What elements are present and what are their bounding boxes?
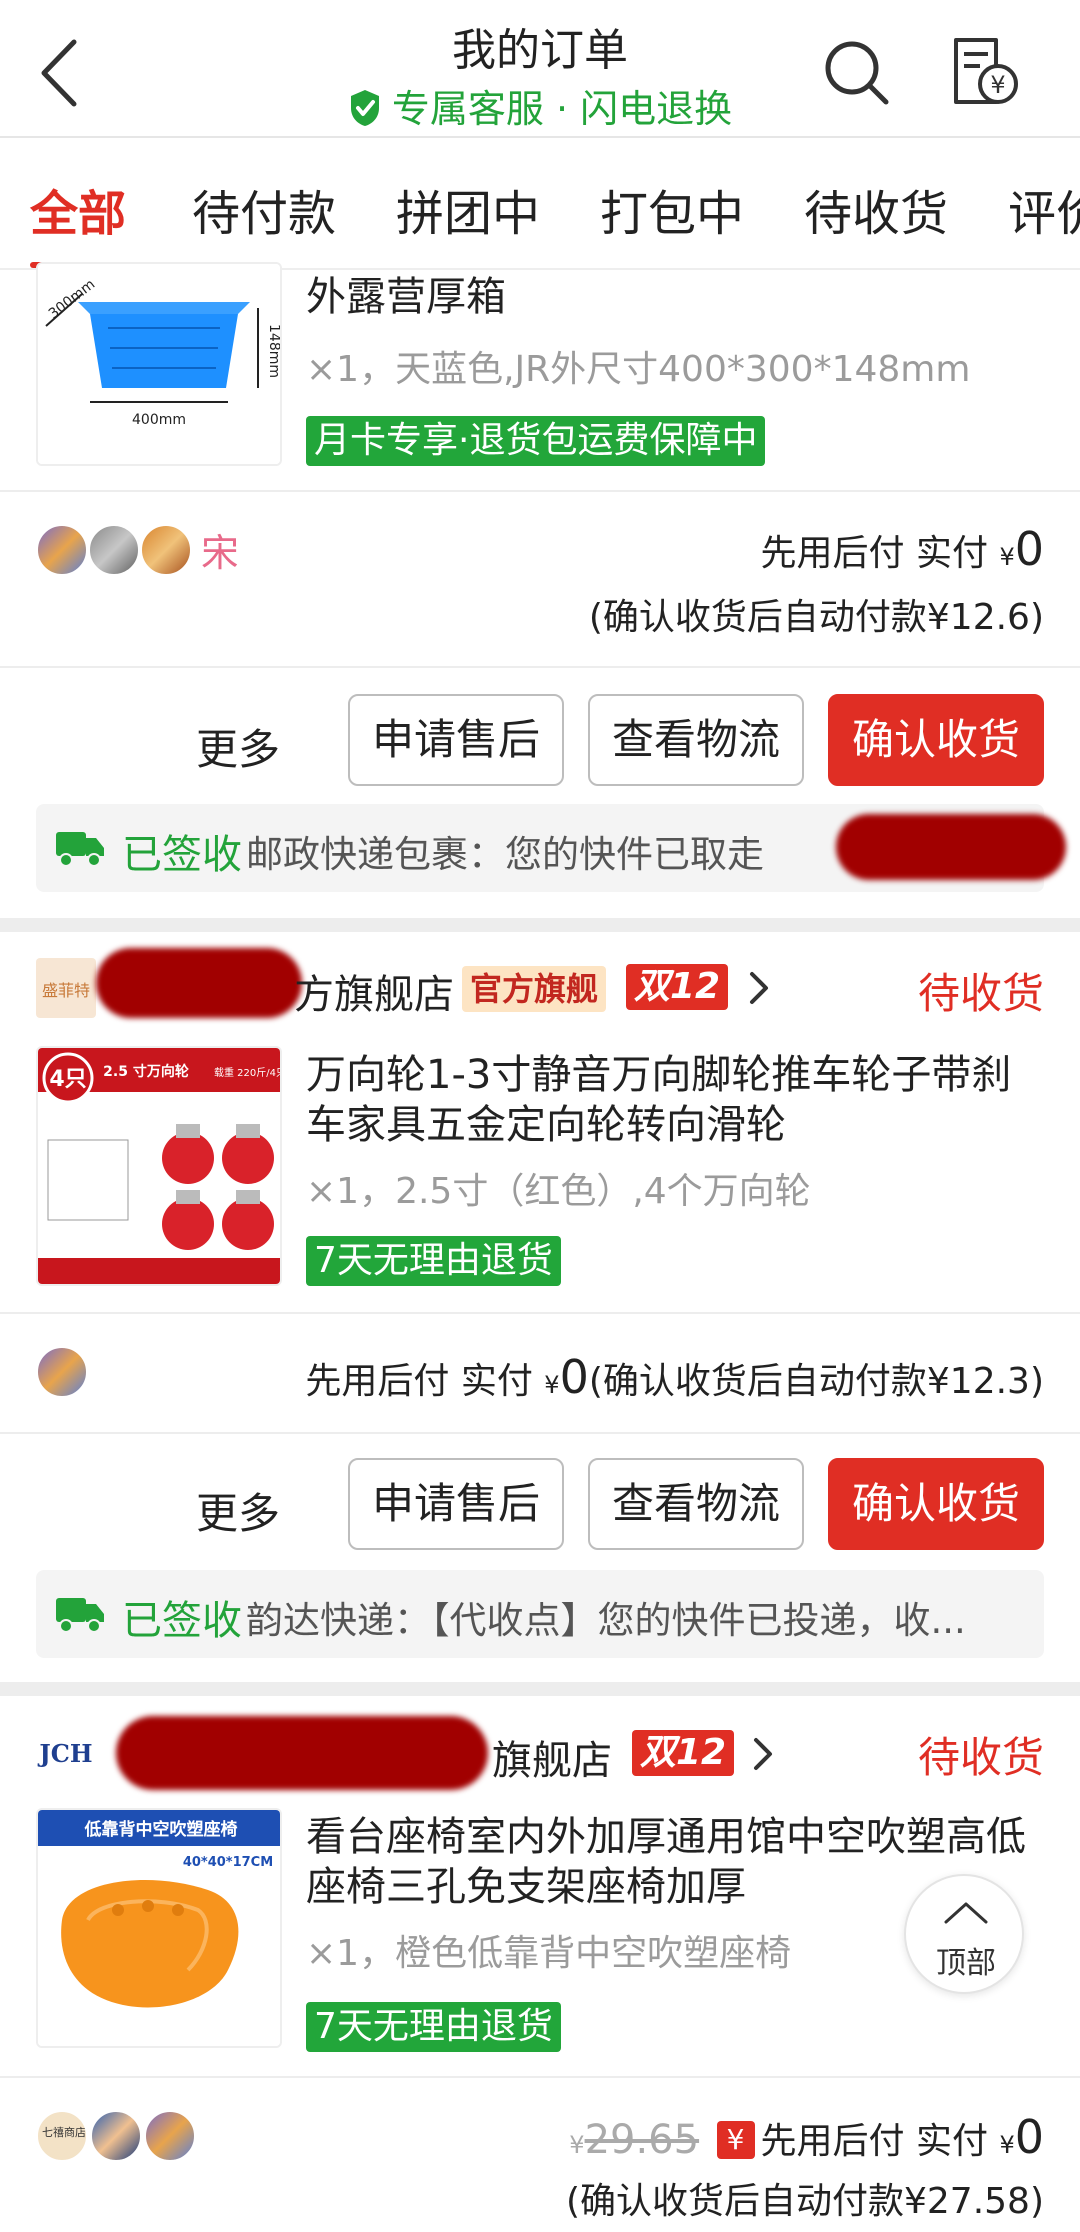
shop-logo[interactable]: JCH [36, 1722, 96, 1782]
product-thumbnail[interactable]: 300mm 400mm 148mm [36, 262, 282, 466]
bill-icon[interactable]: ¥ [950, 36, 1022, 108]
divider [0, 1432, 1080, 1434]
double12-badge: 双12 [626, 964, 729, 1010]
product-title[interactable]: 外露营厚箱 [306, 272, 1046, 322]
truck-icon [56, 1594, 106, 1638]
tab-group-buying[interactable]: 拼团中 [396, 174, 540, 244]
redaction [96, 948, 302, 1018]
page-title: 我的订单 [452, 25, 628, 76]
yen-badge-icon: ¥ [716, 2121, 755, 2159]
official-store-badge: 官方旗舰 [462, 966, 607, 1012]
order-status: 待收货 [917, 1733, 1044, 1782]
avatar: 宋 [192, 524, 244, 576]
payment-label: 先用后付 实付 [760, 2121, 988, 2162]
auto-pay-note: (确认收货后自动付款¥12.3) [588, 1361, 1044, 1402]
divider [0, 1312, 1080, 1314]
after-sale-button[interactable]: 申请售后 [348, 1458, 564, 1550]
chevron-right-icon[interactable] [744, 970, 774, 1006]
avatar [140, 524, 192, 576]
original-price: 29.65 [584, 2117, 700, 2163]
thumb-height-label: 148mm [266, 324, 282, 378]
view-logistics-button[interactable]: 查看物流 [588, 1458, 804, 1550]
logistics-bar[interactable]: 已签收 韵达快递：【代收点】您的快件已投递，收... [36, 1570, 1044, 1658]
order-tabs: 全部 待付款 拼团中 打包中 待收货 评价 [0, 138, 1080, 270]
redaction [116, 1716, 488, 1790]
thumb-head: 2.5 寸万向轮 [103, 1063, 189, 1080]
shop-name[interactable]: 旗舰店 [492, 1728, 612, 1786]
chevron-right-icon[interactable] [748, 1736, 778, 1772]
after-sale-button[interactable]: 申请售后 [348, 694, 564, 786]
thumb-load: 载重 220斤/4只 [214, 1066, 282, 1079]
payment-amount: 0 [559, 1350, 589, 1404]
back-to-top-button[interactable]: 顶部 [904, 1874, 1024, 1994]
divider [0, 490, 1080, 492]
chevron-up-icon [944, 1902, 988, 1924]
double12-badge: 双12 [632, 1730, 735, 1776]
section-separator [0, 1682, 1080, 1696]
tab-all[interactable]: 全部 [30, 174, 126, 244]
payment-summary: 先用后付 实付 ¥0(确认收货后自动付款¥12.3) [305, 1350, 1044, 1404]
thumb-size: 40*40*17CM [183, 1855, 273, 1870]
more-button[interactable]: 更多 [196, 1480, 280, 1541]
logistics-bar[interactable]: 已签收 邮政快递包裹：您的快件已取走 [36, 804, 1066, 892]
thumb-badge: 4只 [49, 1067, 86, 1092]
auto-pay-note: (确认收货后自动付款¥12.6) [588, 597, 1044, 638]
payment-amount: 0 [1014, 522, 1044, 576]
product-spec: ×1，天蓝色,JR外尺寸400*300*148mm [306, 349, 971, 390]
product-title[interactable]: 万向轮1-3寸静音万向脚轮推车轮子带刹车家具五金定向轮转向滑轮 [306, 1050, 1046, 1150]
divider [0, 2076, 1080, 2078]
back-to-top-label: 顶部 [936, 1946, 996, 1981]
shield-check-icon [348, 88, 382, 137]
header: 我的订单 专属客服 · 闪电退换 ¥ [0, 0, 1080, 138]
confirm-receipt-button[interactable]: 确认收货 [828, 694, 1044, 786]
more-button[interactable]: 更多 [196, 716, 280, 777]
subtitle-text: 专属客服 · 闪电退换 [391, 87, 733, 131]
avatar [88, 524, 140, 576]
service-tag: 月卡专享·退货包运费保障中 [306, 416, 766, 466]
service-tag: 7天无理由退货 [306, 2002, 561, 2052]
shop-name[interactable]: 方旗舰店 [294, 962, 454, 1020]
avatar [36, 524, 88, 576]
tab-packing[interactable]: 打包中 [600, 174, 744, 244]
shop-logo[interactable]: 盛菲特 [36, 958, 96, 1018]
product-spec: ×1，橙色低靠背中空吹塑座椅 [306, 1933, 792, 1974]
truck-icon [56, 828, 106, 872]
section-separator [0, 918, 1080, 932]
logistics-message: 邮政快递包裹：您的快件已取走 [246, 833, 764, 876]
search-icon[interactable] [822, 38, 892, 108]
logistics-status: 已签收 [122, 832, 242, 878]
order-status: 待收货 [917, 969, 1044, 1018]
svg-text:七禧商店: 七禧商店 [42, 2125, 86, 2139]
thumb-length-label: 400mm [132, 412, 186, 428]
logistics-status: 已签收 [122, 1598, 242, 1644]
tab-pending-payment[interactable]: 待付款 [192, 174, 336, 244]
redaction [836, 814, 1066, 880]
product-spec: ×1，2.5寸（红色）,4个万向轮 [306, 1171, 811, 1212]
payment-summary: ¥29.65 ¥ 先用后付 实付 ¥0 [569, 2110, 1044, 2164]
tab-review[interactable]: 评价 [1008, 174, 1080, 244]
shop-logo-text: 盛菲特 [42, 981, 90, 1000]
product-thumbnail[interactable]: 低靠背中空吹塑座椅 40*40*17CM [36, 1808, 282, 2048]
tab-pending-receipt[interactable]: 待收货 [804, 174, 948, 244]
divider [0, 666, 1080, 668]
thumb-head: 低靠背中空吹塑座椅 [84, 1819, 238, 1840]
logistics-message: 韵达快递：【代收点】您的快件已投递，收... [246, 1599, 966, 1642]
shop-logo-text: JCH [37, 1739, 92, 1768]
payment-label: 先用后付 实付 [305, 1361, 533, 1402]
avatar [36, 1346, 88, 1398]
confirm-receipt-button[interactable]: 确认收货 [828, 1458, 1044, 1550]
view-logistics-button[interactable]: 查看物流 [588, 694, 804, 786]
payment-label: 先用后付 实付 [760, 533, 988, 574]
service-tag: 7天无理由退货 [306, 1236, 561, 1286]
product-thumbnail[interactable]: 4只 2.5 寸万向轮 载重 220斤/4只 [36, 1046, 282, 1286]
avatar [90, 2110, 142, 2162]
service-subtitle[interactable]: 专属客服 · 闪电退换 [0, 78, 1080, 137]
auto-pay-note: (确认收货后自动付款¥27.58) [565, 2181, 1044, 2222]
payment-summary: 先用后付 实付 ¥0 [760, 522, 1044, 576]
svg-text:宋: 宋 [201, 531, 239, 575]
payment-amount: 0 [1014, 2110, 1044, 2164]
svg-text:¥: ¥ [990, 71, 1005, 99]
avatar [144, 2110, 196, 2162]
avatar: 七禧商店 [36, 2110, 88, 2162]
